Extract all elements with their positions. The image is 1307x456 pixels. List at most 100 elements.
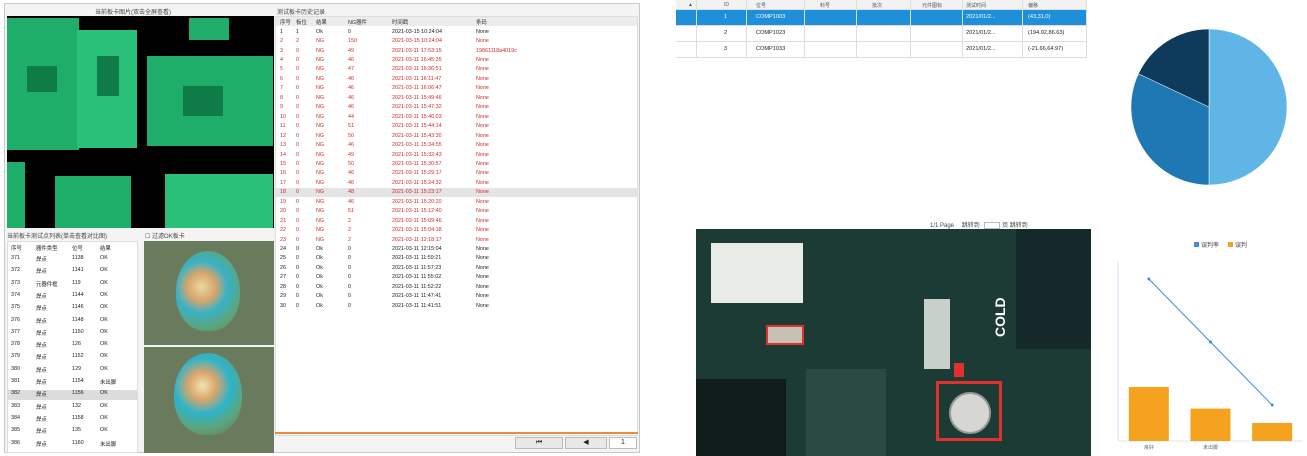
history-row[interactable]: 21 0 NG 2 2021-03-11 15:09:46 None (276, 216, 637, 225)
history-row[interactable]: 17 0 NG 46 2021-03-11 15:24:32 None (276, 178, 637, 187)
history-row[interactable]: 4 0 NG 46 2021-03-11 16:45:35 None (276, 55, 637, 64)
inspection-photo[interactable]: COLD (696, 229, 1091, 456)
history-cell: 2021-03-11 15:34:55 (392, 142, 442, 149)
history-row[interactable]: 1 1 Ok 0 2021-03-15 10:24:04 None (276, 27, 637, 36)
points-cell: 373 (11, 279, 20, 286)
table-divider (1022, 0, 1023, 58)
left-app-window: 当前板卡图片(双击全屏查看) 测试板卡历史记录 序号 板位 结果 NG器件 时间戳 条码 1… (4, 3, 640, 453)
points-cell: OK (100, 414, 108, 421)
history-row[interactable]: 9 0 NG 46 2021-03-11 15:47:32 None (276, 103, 637, 112)
history-cell: None (476, 75, 489, 82)
history-row[interactable]: 29 0 Ok 0 2021-03-11 11:47:41 None (276, 292, 637, 301)
history-row[interactable]: 19 0 NG 46 2021-03-11 15:20:20 None (276, 197, 637, 206)
points-row[interactable]: 376 焊点 1148 OK (8, 317, 137, 327)
history-row[interactable]: 20 0 NG 51 2021-03-11 15:12:40 None (276, 207, 637, 216)
points-cell: 焊点 (36, 257, 47, 263)
history-cell: 0 (296, 104, 299, 111)
history-cell: None (476, 274, 489, 281)
history-cell: None (476, 264, 489, 271)
history-row[interactable]: 8 0 NG 46 2021-03-11 15:49:46 None (276, 93, 637, 102)
history-table[interactable]: 序号 板位 结果 NG器件 时间戳 条码 1 1 Ok 0 2021-03-15 10:24:04 N… (275, 16, 638, 436)
points-row[interactable]: 373 元器件框 119 OK (8, 279, 137, 290)
points-row[interactable]: 383 焊点 132 OK (8, 402, 137, 413)
points-row[interactable]: 382 焊点 1156 OK (8, 390, 137, 400)
history-row[interactable]: 26 0 Ok 0 2021-03-11 11:57:23 None (276, 263, 637, 272)
history-cell: 28 (280, 283, 286, 290)
history-cell: NG (316, 38, 325, 45)
test-thumbnail[interactable] (144, 347, 274, 453)
points-table[interactable]: 序号 器件类型 位号 结果 371 焊点 1138 OK 372 焊点 1141 OK 373 元器件框 1… (7, 241, 138, 453)
points-row[interactable]: 380 焊点 129 OK (8, 366, 137, 376)
history-row[interactable]: 23 0 NG 2 2021-03-11 12:18:17 None (276, 235, 637, 244)
points-row[interactable]: 385 焊点 135 OK (8, 427, 137, 437)
points-row[interactable]: 371 焊点 1138 OK (8, 255, 137, 265)
filter-ok-checkbox[interactable]: ☐ 过滤OK板卡 (145, 231, 185, 240)
history-row[interactable]: 2 2 NG 150 2021-03-15 10:24:04 None (276, 36, 637, 45)
points-title: 当前板卡测试点列表(单击查看对比图) (7, 234, 107, 240)
history-row[interactable]: 13 0 NG 46 2021-03-11 15:34:55 None (276, 140, 637, 149)
history-row[interactable]: 30 0 Ok 0 2021-03-11 11:41:51 None (276, 301, 637, 310)
history-cell: NG (316, 227, 325, 234)
history-row[interactable]: 3 0 NG 49 2021-03-11 17:53:15 19861118a4019c (276, 46, 637, 55)
history-row[interactable]: 10 0 NG 44 2021-03-11 15:46:03 None (276, 112, 637, 121)
points-row[interactable]: 377 焊点 1150 OK (8, 329, 137, 339)
history-row[interactable]: 16 0 NG 46 2021-03-11 15:29:17 None (276, 169, 637, 178)
history-cell: None (476, 293, 489, 300)
component-cell: 2021/01/2... (966, 46, 996, 52)
history-cell: 46 (348, 57, 354, 64)
page-number-field[interactable]: 1 (609, 437, 637, 449)
history-cell: 50 (348, 132, 354, 139)
points-cell: 119 (72, 279, 81, 286)
points-row[interactable]: 384 焊点 1158 OK (8, 414, 137, 425)
history-cell: 44 (348, 113, 354, 120)
history-cell: 7 (280, 85, 283, 92)
history-cell: 2 (348, 236, 351, 243)
sort-icon[interactable]: ▲ (688, 2, 693, 8)
board-image[interactable] (7, 16, 274, 228)
component-row[interactable]: 2 COMP1023 2021/01/2... (194.92,86.63) (676, 26, 1086, 42)
points-row[interactable]: 372 焊点 1141 OK (8, 267, 137, 277)
history-cell: 3 (280, 47, 283, 54)
reference-thumbnail[interactable] (144, 241, 274, 345)
history-row[interactable]: 11 0 NG 51 2021-03-11 15:44:14 None (276, 122, 637, 131)
points-cell: 1158 (72, 414, 84, 421)
points-row[interactable]: 374 焊点 1144 OK (8, 292, 137, 302)
points-row[interactable]: 381 焊点 1154 未出脚 (8, 378, 137, 388)
component-row[interactable]: 1 COMP1003 2021/01/2... (43,31,0) (676, 10, 1086, 26)
history-row[interactable]: 24 0 Ok 0 2021-03-11 12:15:04 None (276, 244, 637, 253)
history-row[interactable]: 6 0 NG 46 2021-03-11 16:11:47 None (276, 74, 637, 83)
history-row[interactable]: 27 0 Ok 0 2021-03-11 11:55:02 None (276, 273, 637, 282)
history-row[interactable]: 15 0 NG 50 2021-03-11 15:30:57 None (276, 159, 637, 168)
first-page-button[interactable]: ⏮ (515, 437, 563, 449)
prev-page-button[interactable]: ◀ (565, 437, 607, 449)
history-row[interactable]: 14 0 NG 49 2021-03-11 15:32:43 None (276, 150, 637, 159)
history-row[interactable]: 12 0 NG 50 2021-03-11 15:43:30 None (276, 131, 637, 140)
points-cell: 135 (72, 427, 81, 434)
history-cell: Ok (316, 302, 323, 309)
pie-slice (1208, 28, 1288, 186)
history-row[interactable]: 5 0 NG 47 2021-03-11 16:36:51 None (276, 65, 637, 74)
component-table[interactable]: ▲ ID 位号 料号 批次 元件图标 测试时间 偏移 1 COMP1003 2021/01/2...… (676, 0, 1087, 60)
history-row[interactable]: 18 0 NG 48 2021-03-11 15:23:17 None (276, 187, 637, 198)
pager-input[interactable] (984, 221, 1001, 229)
history-row[interactable]: 28 0 Ok 0 2021-03-11 11:52:22 None (276, 282, 637, 291)
history-row[interactable]: 25 0 Ok 0 2021-03-11 11:59:21 None (276, 254, 637, 263)
component-row[interactable]: 3 COMP1033 2021/01/2... (-21.66,64.97) (676, 42, 1086, 58)
points-cell: 132 (72, 402, 81, 409)
history-cell: NG (316, 170, 325, 177)
history-cell: 0 (348, 302, 351, 309)
history-cell: 2021-03-11 15:20:20 (392, 198, 442, 205)
history-cell: 0 (296, 217, 299, 224)
points-row[interactable]: 386 焊点 1160 未出脚 (8, 440, 137, 450)
history-cell: 24 (280, 246, 286, 253)
barcode-strip (924, 299, 950, 369)
points-row[interactable]: 375 焊点 1146 OK (8, 304, 137, 314)
history-row[interactable]: 7 0 NG 46 2021-03-11 16:06:47 None (276, 84, 637, 93)
points-row[interactable]: 379 焊点 1152 OK (8, 353, 137, 363)
history-row[interactable]: 22 0 NG 2 2021-03-11 15:04:18 None (276, 225, 637, 234)
points-cell: 384 (11, 414, 20, 421)
history-cell: 25 (280, 255, 286, 262)
points-row[interactable]: 378 焊点 126 OK (8, 341, 137, 351)
history-cell: 0 (296, 170, 299, 177)
history-cell: 0 (348, 293, 351, 300)
